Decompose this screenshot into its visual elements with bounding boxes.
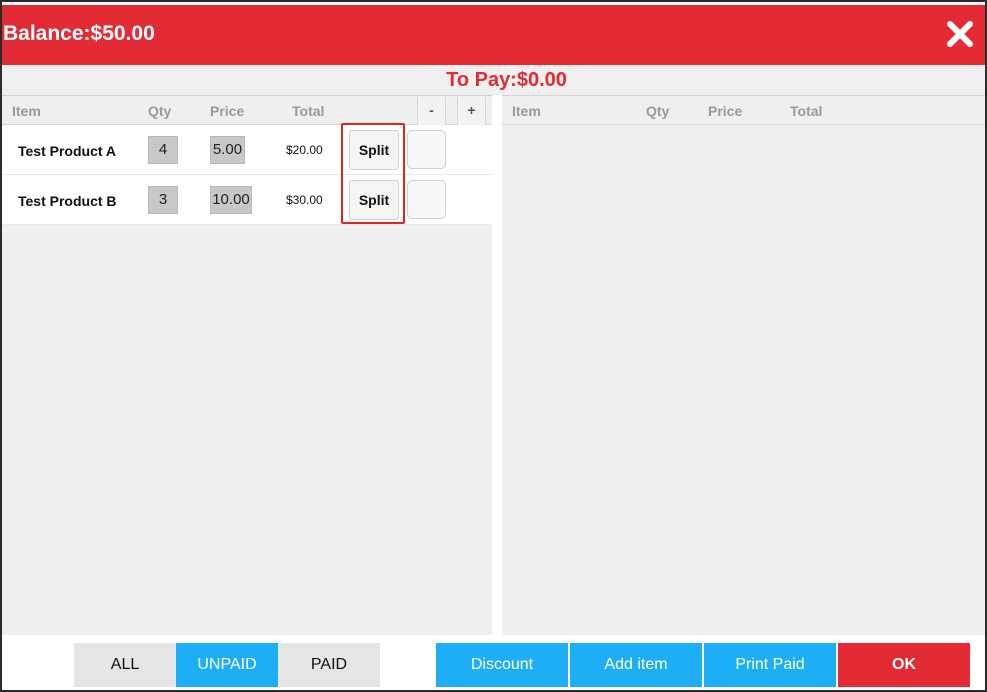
- split-button[interactable]: Split: [349, 180, 399, 220]
- price-field[interactable]: 10.00: [210, 186, 252, 214]
- col-qty: Qty: [148, 103, 172, 119]
- item-list: Test Product A 4 5.00 $20.00 Split Test …: [2, 125, 492, 225]
- filter-unpaid-button[interactable]: UNPAID: [176, 643, 278, 687]
- discount-button[interactable]: Discount: [436, 643, 568, 687]
- ok-button[interactable]: OK: [838, 643, 970, 687]
- print-paid-button[interactable]: Print Paid: [704, 643, 836, 687]
- col-price: Price: [210, 103, 245, 119]
- paid-items-panel: Item Qty Price Total: [502, 95, 985, 635]
- col-price: Price: [708, 103, 743, 119]
- item-name: Test Product B: [18, 193, 117, 209]
- to-pay-amount: To Pay:$0.00: [446, 69, 567, 91]
- col-total: Total: [790, 103, 823, 119]
- split-bill-dialog: Balance:$50.00 To Pay:$0.00 Item Qty Pri…: [0, 0, 987, 692]
- price-field[interactable]: 5.00: [210, 136, 245, 164]
- col-qty: Qty: [646, 103, 670, 119]
- increase-button[interactable]: +: [457, 97, 486, 125]
- to-pay-bar: To Pay:$0.00: [2, 65, 985, 95]
- item-name: Test Product A: [18, 143, 117, 159]
- col-item: Item: [12, 103, 41, 119]
- select-checkbox[interactable]: [407, 130, 446, 169]
- qty-field[interactable]: 3: [148, 186, 178, 214]
- panel-divider: [492, 95, 502, 635]
- title-bar: Balance:$50.00: [2, 5, 985, 65]
- col-total: Total: [292, 103, 325, 119]
- unpaid-items-panel: Item Qty Price Total - + Test Product A …: [2, 95, 492, 635]
- close-icon[interactable]: [943, 17, 977, 51]
- table-row[interactable]: Test Product B 3 10.00 $30.00 Split: [2, 175, 492, 225]
- qty-field[interactable]: 4: [148, 136, 178, 164]
- filter-all-button[interactable]: ALL: [74, 643, 176, 687]
- filter-paid-button[interactable]: PAID: [278, 643, 380, 687]
- item-total: $30.00: [286, 193, 323, 207]
- split-button[interactable]: Split: [349, 130, 399, 170]
- select-checkbox[interactable]: [407, 180, 446, 219]
- balance-title: Balance:$50.00: [3, 22, 155, 45]
- item-total: $20.00: [286, 143, 323, 157]
- col-item: Item: [512, 103, 541, 119]
- footer-bar: ALL UNPAID PAID Discount Add item Print …: [2, 635, 985, 690]
- left-table-header: Item Qty Price Total - +: [2, 95, 492, 125]
- right-table-header: Item Qty Price Total: [502, 95, 985, 125]
- add-item-button[interactable]: Add item: [570, 643, 702, 687]
- decrease-button[interactable]: -: [417, 97, 446, 125]
- table-row[interactable]: Test Product A 4 5.00 $20.00 Split: [2, 125, 492, 175]
